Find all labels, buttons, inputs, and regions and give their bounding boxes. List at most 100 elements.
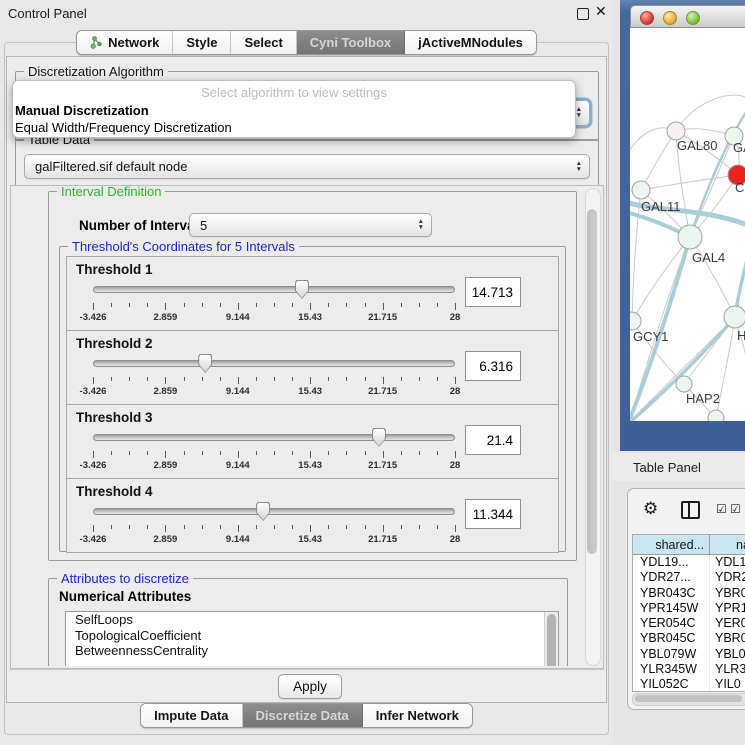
threshold-value-field[interactable]: 11.344: [465, 499, 521, 529]
network-node[interactable]: [630, 312, 641, 330]
close-traffic-light-icon[interactable]: [640, 11, 654, 25]
tick-mark: [93, 303, 94, 310]
slider-thumb[interactable]: [198, 354, 212, 373]
tick-mark: [202, 451, 203, 455]
tab-impute-data[interactable]: Impute Data: [141, 704, 242, 727]
slider-thumb[interactable]: [256, 502, 270, 521]
tab-style[interactable]: Style: [173, 31, 231, 54]
threshold-value-field[interactable]: 6.316: [465, 351, 521, 381]
tab-cyni-toolbox[interactable]: Cyni Toolbox: [297, 31, 405, 54]
tick-mark: [365, 303, 366, 307]
tab-network[interactable]: Network: [77, 31, 173, 54]
minimize-traffic-light-icon[interactable]: [663, 11, 677, 25]
network-node[interactable]: [632, 181, 650, 199]
close-icon[interactable]: ✕: [595, 3, 607, 20]
threshold-slider[interactable]: -3.4262.8599.14415.4321.71528: [93, 354, 455, 398]
tick-label: 21.715: [368, 312, 397, 323]
tick-mark: [328, 377, 329, 381]
column-layout-icon[interactable]: [681, 501, 700, 519]
attributes-list-scrollbar[interactable]: [544, 612, 558, 666]
tick-mark: [383, 377, 384, 384]
tab-infer-network[interactable]: Infer Network: [363, 704, 472, 727]
tab-select[interactable]: Select: [231, 31, 296, 54]
scrollbar-thumb[interactable]: [547, 614, 556, 666]
table-row[interactable]: YPR145WYPR1: [633, 601, 745, 616]
network-node[interactable]: [676, 376, 692, 392]
network-node[interactable]: [724, 306, 745, 328]
tab-label: Discretize Data: [256, 708, 349, 723]
zoom-traffic-light-icon[interactable]: [686, 11, 700, 25]
tab-discretize-data[interactable]: Discretize Data: [243, 704, 363, 727]
apply-button[interactable]: Apply: [278, 674, 342, 699]
threshold-panel: Threshold 1-3.4262.8599.14415.4321.71528…: [66, 256, 559, 331]
tick-mark: [455, 451, 456, 458]
attribute-list-item[interactable]: TopologicalCoefficient: [66, 628, 558, 644]
threshold-slider[interactable]: -3.4262.8599.14415.4321.71528: [93, 428, 455, 472]
tick-mark: [455, 377, 456, 384]
network-node[interactable]: [678, 225, 702, 249]
slider-track[interactable]: [93, 286, 455, 293]
tick-mark: [328, 303, 329, 307]
tick-label: 9.144: [226, 460, 250, 471]
scrollbar-thumb[interactable]: [587, 209, 597, 554]
network-node[interactable]: [708, 410, 724, 421]
tick-mark: [437, 377, 438, 381]
tick-mark: [256, 377, 257, 381]
network-view-window: GAL80GACGAL11GAL4GCY1HHAP2: [620, 0, 745, 451]
tick-mark: [346, 451, 347, 455]
checkbox-checked-icon[interactable]: ☑: [730, 503, 741, 515]
checkbox-checked-icon[interactable]: ☑: [716, 503, 727, 515]
threshold-slider[interactable]: -3.4262.8599.14415.4321.71528: [93, 280, 455, 324]
slider-thumb[interactable]: [295, 280, 309, 299]
threshold-slider[interactable]: -3.4262.8599.14415.4321.71528: [93, 502, 455, 546]
tick-mark: [111, 451, 112, 455]
gear-icon[interactable]: ⚙: [643, 499, 658, 519]
float-window-icon[interactable]: [577, 8, 589, 20]
table-row[interactable]: YDL19...YDL1: [633, 555, 745, 570]
attribute-list-item[interactable]: SelfLoops: [66, 612, 558, 628]
tick-mark: [165, 451, 166, 458]
tick-label: -3.426: [80, 534, 107, 545]
tick-label: -3.426: [80, 460, 107, 471]
table-row[interactable]: YBR045CYBR0: [633, 631, 745, 646]
settings-scrollbar[interactable]: [585, 188, 601, 666]
table-row[interactable]: YLR345WYLR3: [633, 662, 745, 677]
node-label: C: [735, 180, 744, 195]
tick-mark: [401, 451, 402, 455]
tick-mark: [184, 525, 185, 529]
table-row[interactable]: YBR043CYBR0: [633, 586, 745, 601]
slider-track[interactable]: [93, 360, 455, 367]
scrollbar-thumb[interactable]: [635, 695, 742, 702]
algorithm-option[interactable]: Manual Discretization: [13, 102, 575, 119]
network-edge: [632, 190, 641, 321]
tab-jactivemnodules[interactable]: jActiveMNodules: [405, 31, 536, 54]
tick-mark: [129, 525, 130, 529]
table-row[interactable]: YIL052CYIL0: [633, 677, 745, 692]
num-intervals-combo[interactable]: 5 ▲▼: [189, 213, 432, 237]
threshold-value-field[interactable]: 14.713: [465, 277, 521, 307]
tick-mark: [292, 451, 293, 455]
apply-bar: Apply: [9, 669, 604, 700]
tick-label: 15.43: [298, 460, 322, 471]
table-row[interactable]: YBL079WYBL0: [633, 647, 745, 662]
table-data-combo[interactable]: galFiltered.sif default node ▲▼: [24, 154, 590, 179]
slider-track[interactable]: [93, 508, 455, 515]
attribute-list-item[interactable]: BetweennessCentrality: [66, 643, 558, 659]
table-row[interactable]: YDR27...YDR2: [633, 570, 745, 585]
column-header[interactable]: shared...: [633, 535, 710, 554]
table-cell: YBL079W: [633, 647, 710, 662]
control-panel-titlebar: Control Panel ✕: [0, 0, 613, 26]
slider-track[interactable]: [93, 434, 455, 441]
network-canvas[interactable]: GAL80GACGAL11GAL4GCY1HHAP2: [630, 28, 745, 421]
column-header[interactable]: na: [710, 535, 745, 554]
table-cell: YDL19...: [633, 555, 710, 570]
tick-mark: [437, 451, 438, 455]
network-window-titlebar[interactable]: [630, 5, 745, 28]
combo-value: galFiltered.sif default node: [35, 159, 187, 174]
slider-thumb[interactable]: [372, 428, 386, 447]
tick-label: 2.859: [154, 312, 178, 323]
algorithm-option[interactable]: Equal Width/Frequency Discretization: [13, 119, 575, 136]
table-horizontal-scrollbar[interactable]: [632, 693, 745, 706]
table-row[interactable]: YER054CYER0: [633, 616, 745, 631]
threshold-value-field[interactable]: 21.4: [465, 425, 521, 455]
